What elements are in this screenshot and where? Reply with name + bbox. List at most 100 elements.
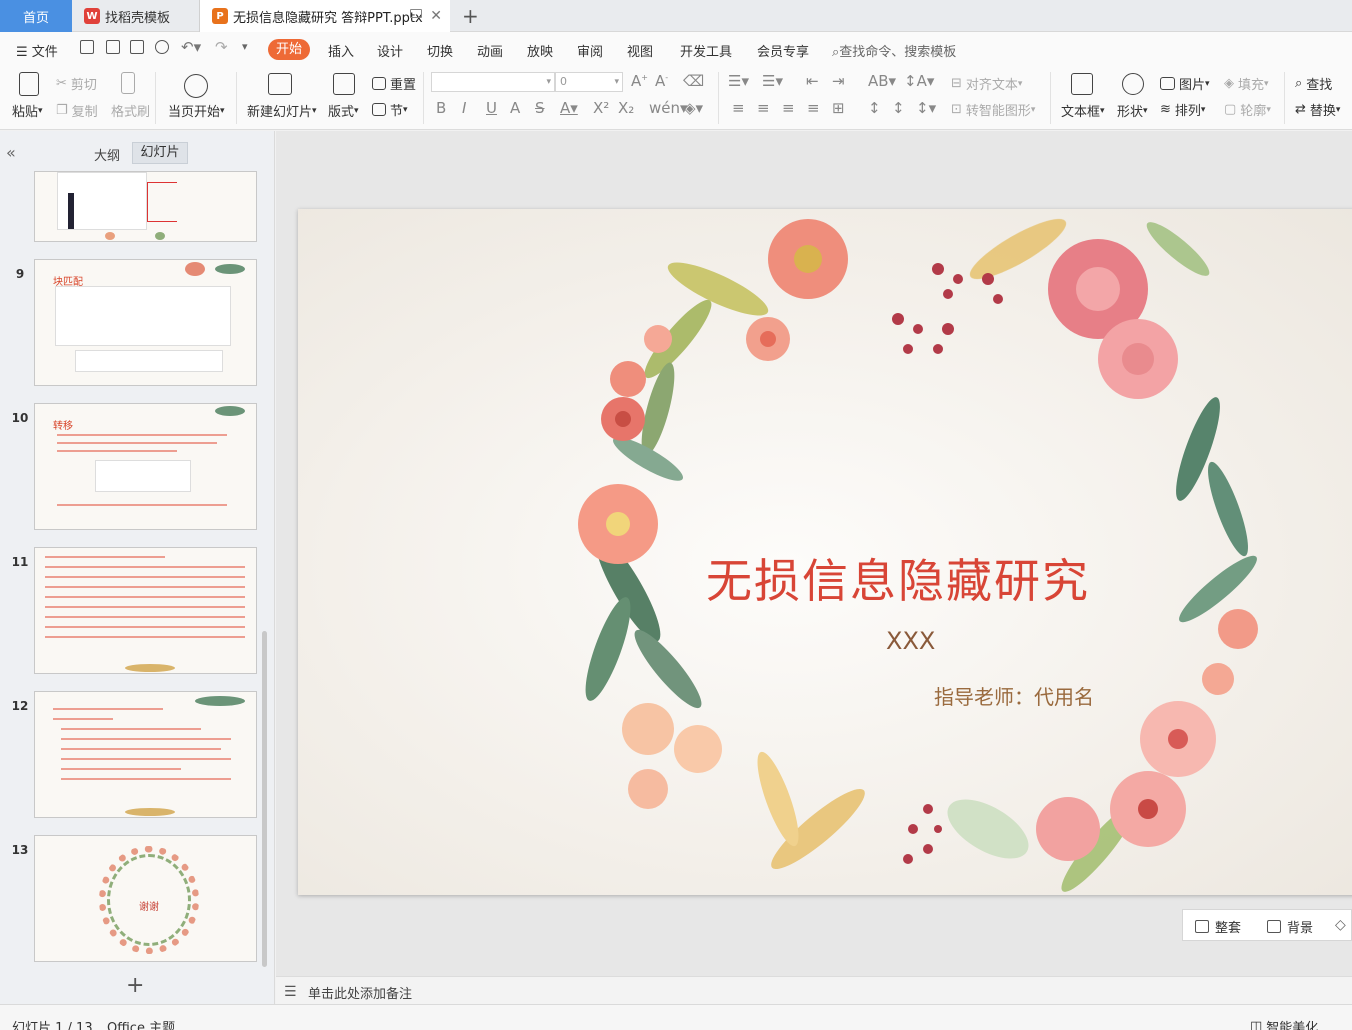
slide-advisor[interactable]: 指导老师：代用名 — [934, 681, 1094, 710]
superscript-icon[interactable]: X² — [593, 99, 609, 117]
command-search[interactable]: ⌕查找命令、搜索模板 — [832, 41, 956, 60]
textbox-icon[interactable] — [1071, 73, 1093, 95]
slide-thumbnail-9[interactable]: 块匹配 — [34, 259, 257, 386]
italic-icon[interactable]: I — [462, 99, 466, 117]
theme-name[interactable]: Office 主题 — [107, 1017, 175, 1030]
slide-canvas[interactable]: 无损信息隐藏研究 XXX 指导老师：代用名 — [298, 209, 1352, 895]
menu-transition[interactable]: 切换 — [427, 41, 453, 60]
tab-template[interactable]: W 找稻壳模板 — [72, 0, 200, 32]
tab-outline[interactable]: 大纲 — [94, 145, 120, 164]
paste-icon[interactable] — [19, 72, 39, 96]
arrange-button[interactable]: ≋ 排列 ▾ — [1160, 100, 1205, 119]
replace-button[interactable]: ⇄ 替换 ▾ — [1295, 100, 1340, 119]
print-icon[interactable] — [130, 40, 144, 54]
menu-design[interactable]: 设计 — [377, 41, 403, 60]
panel-scrollbar[interactable] — [262, 631, 267, 967]
font-color-icon[interactable]: A▾ — [560, 99, 578, 117]
increase-indent-icon[interactable]: ⇥ — [832, 72, 845, 90]
tab-document[interactable]: P 无损信息隐藏研究 答辩PPT.pptx ✕ — [200, 0, 450, 32]
line-spacing-2-icon[interactable]: ↕ — [892, 99, 905, 117]
print-preview-icon[interactable] — [155, 40, 169, 54]
paste-button[interactable]: 粘贴 ▾ — [12, 101, 43, 120]
font-size-select[interactable]: 0 ▾ — [555, 72, 623, 92]
format-painter-button[interactable]: 格式刷 — [111, 101, 150, 120]
close-tab-icon[interactable]: ✕ — [430, 8, 442, 24]
more-tools-icon[interactable]: ◇ — [1335, 917, 1346, 933]
layout-icon[interactable] — [333, 73, 355, 95]
tab-home[interactable]: 首页 — [0, 0, 72, 32]
export-pdf-icon[interactable] — [106, 40, 120, 54]
underline-icon[interactable]: U — [486, 99, 497, 117]
copy-button[interactable]: ❐ 复制 — [56, 101, 98, 120]
play-icon[interactable] — [184, 74, 208, 98]
align-text-button[interactable]: ⊟ 对齐文本 ▾ — [951, 74, 1022, 93]
menu-review[interactable]: 审阅 — [577, 41, 603, 60]
background-button[interactable]: 背景 — [1267, 917, 1313, 936]
increase-font-icon[interactable]: A+ — [631, 72, 648, 90]
shape-icon[interactable] — [1122, 73, 1144, 95]
menu-slideshow[interactable]: 放映 — [527, 41, 553, 60]
line-spacing-icon[interactable]: ↕A▾ — [904, 72, 934, 90]
strikethrough-icon[interactable]: S — [535, 99, 545, 117]
font-family-select[interactable]: ▾ — [431, 72, 555, 92]
decrease-indent-icon[interactable]: ⇤ — [806, 72, 819, 90]
align-center-icon[interactable]: ≡ — [757, 99, 770, 117]
customize-icon[interactable]: ▾ — [242, 40, 248, 53]
clear-format-icon[interactable]: ⌫ — [683, 72, 704, 90]
slide-thumbnail-11[interactable] — [34, 547, 257, 674]
format-painter-icon[interactable] — [121, 72, 135, 94]
slide-thumbnail-8[interactable] — [34, 171, 257, 242]
slide-author[interactable]: XXX — [886, 627, 935, 655]
add-slide-button[interactable]: + — [126, 973, 144, 998]
highlight-icon[interactable]: ◈▾ — [684, 99, 703, 117]
cut-button[interactable]: ✂ 剪切 — [56, 74, 97, 93]
new-slide-icon[interactable] — [268, 73, 292, 95]
reset-button[interactable]: 重置 — [372, 74, 416, 93]
smart-beautify-button[interactable]: ◫ 智能美化 — [1250, 1017, 1318, 1030]
undo-icon[interactable]: ↶▾ — [181, 38, 201, 56]
bold-icon[interactable]: B — [436, 99, 446, 117]
play-from-current-button[interactable]: 当页开始 ▾ — [168, 101, 225, 120]
align-left-icon[interactable]: ≡ — [732, 99, 745, 117]
slide-thumbnail-12[interactable] — [34, 691, 257, 818]
menu-view[interactable]: 视图 — [627, 41, 653, 60]
menu-insert[interactable]: 插入 — [328, 41, 354, 60]
numbered-list-icon[interactable]: ☰▾ — [762, 72, 783, 90]
menu-member[interactable]: 会员专享 — [757, 41, 809, 60]
monitor-icon[interactable] — [410, 9, 422, 18]
menu-start[interactable]: 开始 — [268, 39, 310, 60]
section-button[interactable]: 节 ▾ — [372, 100, 408, 119]
file-menu[interactable]: ☰ 文件 — [16, 41, 58, 60]
subscript-icon[interactable]: X₂ — [618, 99, 634, 117]
tab-slides[interactable]: 幻灯片 — [132, 142, 188, 164]
justify-icon[interactable]: ≡ — [807, 99, 820, 117]
collapse-panel-icon[interactable]: « — [6, 143, 16, 162]
fill-button[interactable]: ◈ 填充 ▾ — [1224, 74, 1269, 93]
smartart-button[interactable]: ⊡ 转智能图形 ▾ — [951, 100, 1035, 119]
outline-button[interactable]: ▢ 轮廓 ▾ — [1224, 100, 1271, 119]
text-direction-icon[interactable]: AB▾ — [868, 72, 896, 90]
arrange-set-button[interactable]: 整套 — [1195, 917, 1241, 936]
paragraph-spacing-icon[interactable]: ↕ — [868, 99, 881, 117]
save-icon[interactable] — [80, 40, 94, 54]
text-outline-icon[interactable]: A — [510, 99, 520, 117]
new-slide-button[interactable]: 新建幻灯片 ▾ — [247, 101, 317, 120]
textbox-button[interactable]: 文本框 ▾ — [1061, 101, 1105, 120]
find-button[interactable]: ⌕ 查找 — [1295, 74, 1332, 93]
shape-button[interactable]: 形状 ▾ — [1117, 101, 1148, 120]
slide-title[interactable]: 无损信息隐藏研究 — [706, 545, 1090, 611]
redo-icon[interactable]: ↷ — [215, 38, 228, 56]
column-icon[interactable]: ↕▾ — [916, 99, 936, 117]
slide-thumbnail-10[interactable]: 转移 — [34, 403, 257, 530]
distribute-icon[interactable]: ⊞ — [832, 99, 845, 117]
decrease-font-icon[interactable]: A- — [655, 72, 668, 90]
notes-pane[interactable]: ☰ 单击此处添加备注 — [276, 976, 1352, 1004]
layout-button[interactable]: 版式 ▾ — [328, 101, 359, 120]
new-tab-icon[interactable]: + — [462, 4, 479, 28]
menu-animation[interactable]: 动画 — [477, 41, 503, 60]
slide-thumbnail-13[interactable]: 谢谢 — [34, 835, 257, 962]
phonetic-icon[interactable]: wén▾ — [649, 99, 688, 117]
picture-button[interactable]: 图片 ▾ — [1160, 74, 1210, 93]
menu-developer[interactable]: 开发工具 — [680, 41, 732, 60]
align-right-icon[interactable]: ≡ — [782, 99, 795, 117]
